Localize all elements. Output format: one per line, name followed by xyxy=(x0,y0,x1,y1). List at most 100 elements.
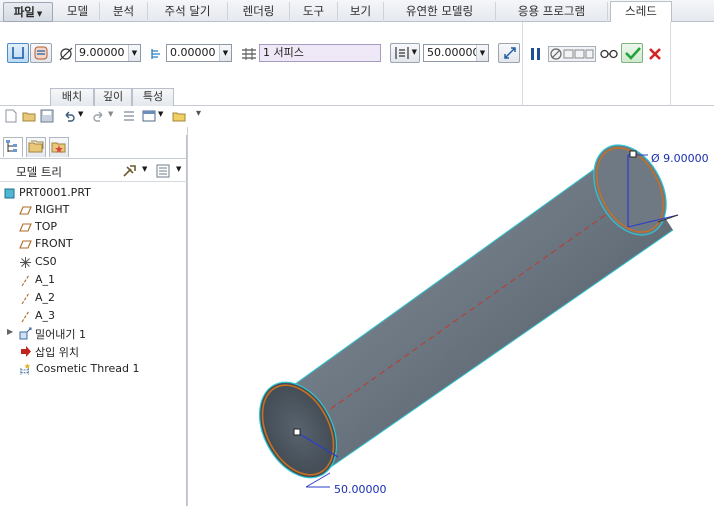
tree-item-label: 삽입 위치 xyxy=(35,346,79,359)
open-folder-icon[interactable] xyxy=(22,109,36,123)
ok-button[interactable] xyxy=(621,43,643,63)
chevron-down-icon[interactable]: ▼ xyxy=(176,165,181,173)
tab-model[interactable]: 모델 xyxy=(56,2,100,22)
close-window-icon[interactable] xyxy=(172,109,186,123)
pitch-combo[interactable]: 0.00000 ▼ xyxy=(166,44,232,62)
no-preview-button[interactable] xyxy=(548,46,596,62)
tab-annotate[interactable]: 주석 달기 xyxy=(148,2,228,22)
regenerate-icon[interactable] xyxy=(122,109,136,123)
standard-thread-icon xyxy=(12,47,24,59)
subtab-properties[interactable]: 특성 xyxy=(132,88,174,106)
no-preview-icon xyxy=(550,48,594,60)
pitch-icon xyxy=(151,49,160,59)
datum-axis-icon xyxy=(21,292,30,305)
drag-handle[interactable] xyxy=(629,150,637,158)
windows-icon[interactable] xyxy=(142,109,156,123)
model-tree-icon xyxy=(6,140,17,152)
cancel-x-icon[interactable] xyxy=(648,47,662,61)
tree-item-a3[interactable]: A_3 xyxy=(0,308,186,325)
drag-handle[interactable] xyxy=(293,428,301,436)
depth-value: 50.00000 xyxy=(427,46,480,59)
thread-series-icon xyxy=(242,48,256,60)
subtab-depth-label: 깊이 xyxy=(102,90,124,103)
tree-item-label: A_1 xyxy=(35,273,56,286)
chevron-down-icon[interactable]: ▼ xyxy=(78,110,83,118)
datum-plane-icon xyxy=(19,206,32,215)
chevron-down-icon[interactable]: ▼ xyxy=(142,165,147,173)
tab-file[interactable]: 파일 ▼ xyxy=(3,2,53,22)
tree-item-label: RIGHT xyxy=(35,203,70,216)
folder-browser-icon xyxy=(28,140,44,153)
diameter-value: 9.00000 xyxy=(79,46,125,59)
tree-item-cs0[interactable]: CS0 xyxy=(0,254,186,271)
settings-tools-icon[interactable] xyxy=(122,164,138,178)
tab-thread-label: 스레드 xyxy=(625,4,657,18)
tab-analysis-label: 분석 xyxy=(112,4,135,18)
tab-view[interactable]: 보기 xyxy=(338,2,384,22)
redo-icon[interactable] xyxy=(92,109,106,123)
chevron-down-icon[interactable]: ▼ xyxy=(476,45,488,61)
depth-option-button[interactable]: ▼ xyxy=(390,43,420,63)
diameter-icon xyxy=(59,47,73,61)
navigator-tabs xyxy=(0,135,187,159)
subtab-placement[interactable]: 배치 xyxy=(50,88,94,106)
tab-applications[interactable]: 응용 프로그램 xyxy=(496,2,608,22)
model-tree-tab[interactable] xyxy=(3,137,23,157)
favorites-tab[interactable] xyxy=(49,137,69,157)
subtab-depth[interactable]: 깊이 xyxy=(94,88,132,106)
tab-file-label: 파일 xyxy=(13,5,35,19)
tree-item-front[interactable]: FRONT xyxy=(0,236,186,253)
datum-axis-icon xyxy=(21,274,30,287)
tab-flexible-modeling[interactable]: 유연한 모델링 xyxy=(384,2,496,22)
tree-item-a2[interactable]: A_2 xyxy=(0,290,186,307)
chevron-down-icon[interactable]: ▼ xyxy=(128,45,140,61)
tab-tools[interactable]: 도구 xyxy=(290,2,338,22)
undo-icon[interactable] xyxy=(62,109,76,123)
flip-direction-button[interactable] xyxy=(498,43,520,63)
chevron-down-icon[interactable]: ▼ xyxy=(219,45,231,61)
new-file-icon[interactable] xyxy=(5,109,17,123)
simple-thread-button[interactable] xyxy=(30,43,52,63)
diameter-dimension[interactable]: Ø 9.00000 xyxy=(651,152,709,165)
standard-thread-button[interactable] xyxy=(7,43,29,63)
chevron-down-icon[interactable]: ▼ xyxy=(108,110,113,118)
folder-browser-tab[interactable] xyxy=(26,137,46,157)
tree-item-cosmetic-thread[interactable]: Cosmetic Thread 1 xyxy=(0,361,186,378)
tab-thread[interactable]: 스레드 xyxy=(610,1,672,23)
tree-item-insert-here[interactable]: 삽입 위치 xyxy=(0,343,186,360)
graphics-window[interactable]: Ø 9.00000 50.00000 xyxy=(188,127,714,506)
tab-analysis[interactable]: 분석 xyxy=(100,2,148,22)
tree-item-label: PRT0001.PRT xyxy=(19,186,91,199)
tab-render-label: 렌더링 xyxy=(242,4,275,18)
blind-depth-icon xyxy=(395,47,409,59)
glasses-preview-icon[interactable] xyxy=(600,48,618,60)
model-viewport[interactable]: Ø 9.00000 50.00000 xyxy=(188,127,714,506)
tab-flexible-modeling-label: 유연한 모델링 xyxy=(405,4,474,18)
depth-dimension[interactable]: 50.00000 xyxy=(334,483,387,496)
quick-access-toolbar: ▼ ▼ ▼ ▾ xyxy=(0,106,714,127)
tab-model-label: 모델 xyxy=(66,4,89,18)
tree-item-label: FRONT xyxy=(35,237,73,250)
datum-plane-icon xyxy=(19,240,32,249)
show-columns-icon[interactable] xyxy=(156,164,170,178)
thread-series-combo[interactable]: 1 서피스 xyxy=(259,44,381,62)
tab-render[interactable]: 렌더링 xyxy=(228,2,290,22)
tree-item-top[interactable]: TOP xyxy=(0,219,186,236)
tree-item-extrude[interactable]: ▶ 밀어내기 1 xyxy=(0,325,186,342)
expand-arrow-icon[interactable]: ▶ xyxy=(7,327,13,336)
diameter-combo[interactable]: 9.00000 ▼ xyxy=(75,44,141,62)
tree-item-right[interactable]: RIGHT xyxy=(0,202,186,219)
pause-icon[interactable] xyxy=(530,47,542,61)
tree-item-a1[interactable]: A_1 xyxy=(0,272,186,289)
checkmark-icon xyxy=(625,47,641,60)
tab-tools-label: 도구 xyxy=(302,4,325,18)
depth-combo[interactable]: 50.00000 ▼ xyxy=(423,44,489,62)
tree-item-part[interactable]: PRT0001.PRT xyxy=(0,185,186,202)
extrude-icon xyxy=(19,327,32,340)
customize-toolbar-icon[interactable]: ▾ xyxy=(196,108,201,119)
save-icon[interactable] xyxy=(40,109,54,123)
tree-item-label: Cosmetic Thread 1 xyxy=(36,362,140,375)
subtab-properties-label: 특성 xyxy=(142,90,164,103)
chevron-down-icon[interactable]: ▼ xyxy=(158,110,163,118)
tab-annotate-label: 주석 달기 xyxy=(164,4,211,18)
